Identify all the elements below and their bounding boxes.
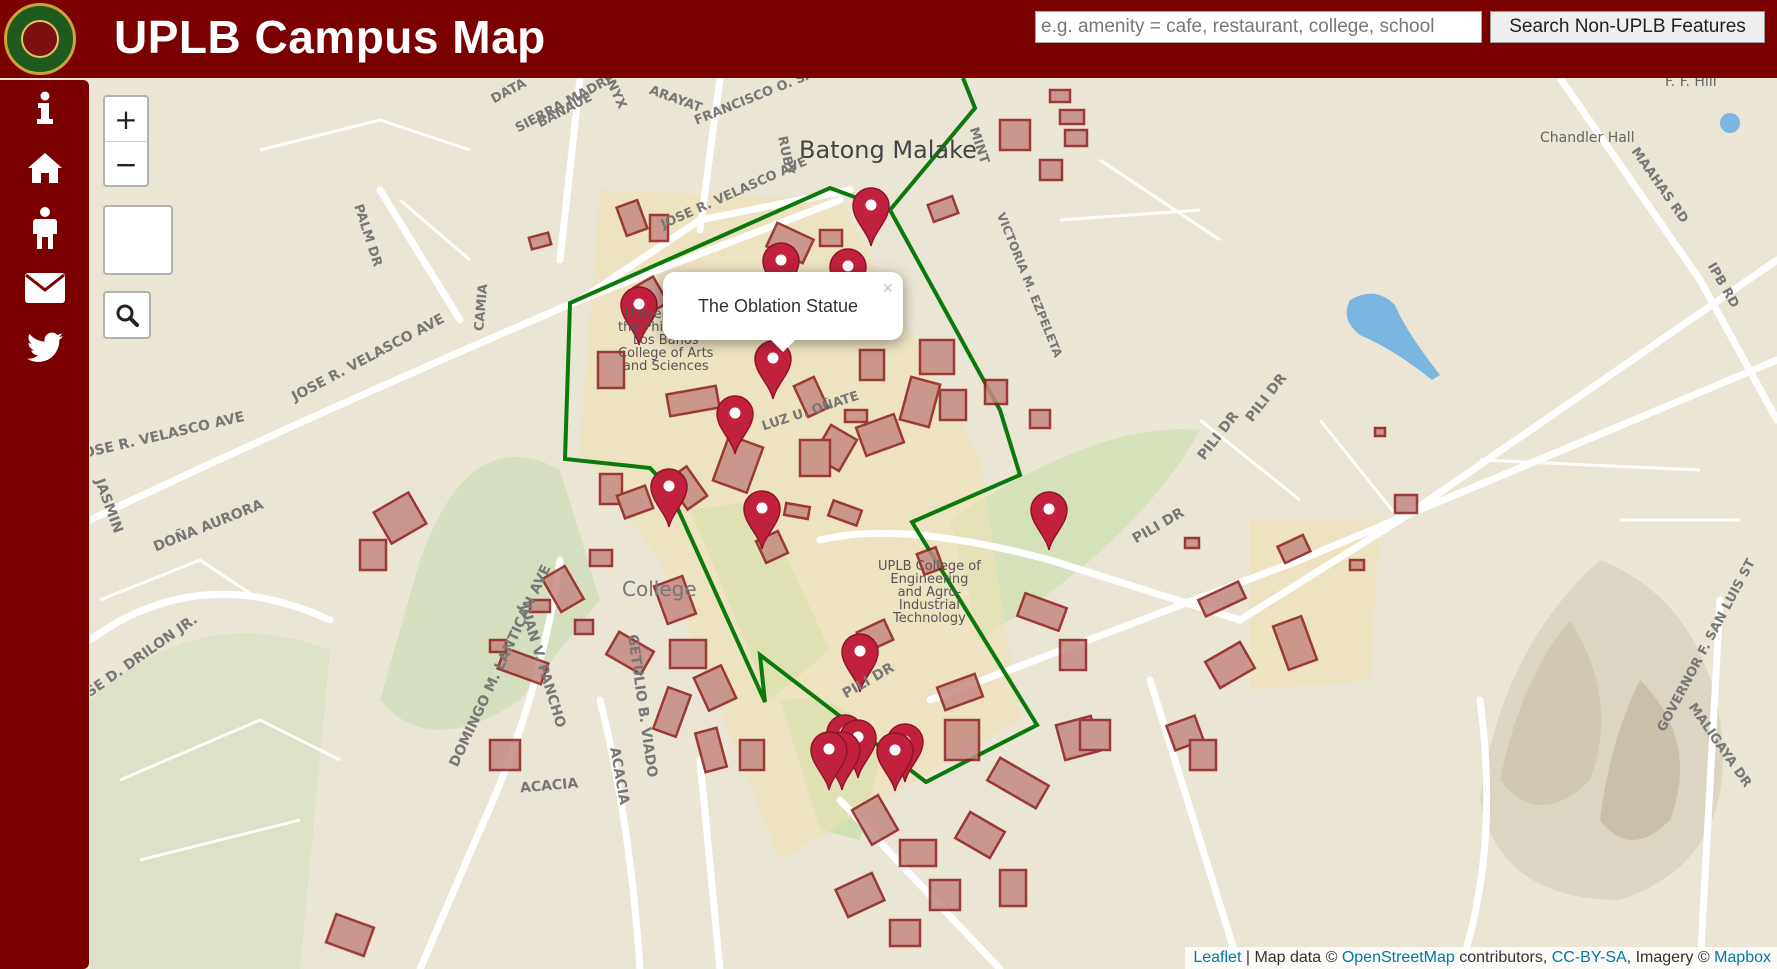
map-popup: The Oblation Statue × xyxy=(663,272,903,352)
label-ceat: UPLB College of Engineering and Agro- Indus… xyxy=(878,559,981,626)
map-canvas[interactable]: Batong Malake College Chandler Hall F. F… xyxy=(90,78,1777,969)
page-title: UPLB Campus Map xyxy=(114,11,546,63)
label-chandler-hall: Chandler Hall xyxy=(1540,130,1635,146)
search-icon xyxy=(116,304,139,327)
zoom-in-button[interactable]: + xyxy=(105,97,147,142)
home-icon[interactable] xyxy=(0,142,89,194)
zoom-control: + − xyxy=(103,95,149,187)
mapbox-link[interactable]: Mapbox xyxy=(1714,949,1771,966)
map-attribution: Leaflet | Map data © OpenStreetMap contr… xyxy=(1185,947,1777,969)
leaflet-link[interactable]: Leaflet xyxy=(1193,949,1241,966)
envelope-icon[interactable] xyxy=(0,262,89,314)
twitter-icon[interactable] xyxy=(0,322,89,374)
search-non-uplb-button[interactable]: Search Non-UPLB Features xyxy=(1490,11,1765,43)
popup-tip xyxy=(769,338,797,352)
popup-close-button[interactable]: × xyxy=(882,278,893,299)
info-icon[interactable] xyxy=(0,82,89,134)
sidebar xyxy=(0,80,89,969)
map-search-button[interactable] xyxy=(103,291,151,339)
person-icon[interactable] xyxy=(0,202,89,254)
label-college: College xyxy=(622,577,697,601)
ccbysa-link[interactable]: CC-BY-SA xyxy=(1552,949,1627,966)
feature-search-input[interactable] xyxy=(1035,11,1482,43)
label-batong-malake: Batong Malake xyxy=(799,136,977,164)
popup-title: The Oblation Statue xyxy=(697,296,859,316)
layer-control[interactable] xyxy=(103,205,173,275)
uplb-seal-logo xyxy=(4,3,76,75)
basemap xyxy=(90,78,1777,969)
label-ff-hill: F. F. Hill xyxy=(1665,78,1717,90)
zoom-out-button[interactable]: − xyxy=(105,142,147,186)
header-bar: UPLB Campus Map Search Non-UPLB Features xyxy=(0,0,1777,78)
osm-link[interactable]: OpenStreetMap xyxy=(1342,949,1455,966)
